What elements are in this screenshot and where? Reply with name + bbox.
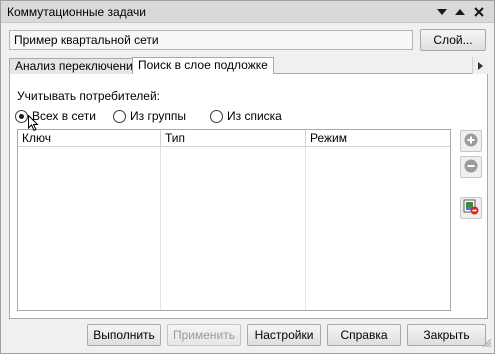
table-header: Ключ Тип Режим [18,130,450,147]
add-icon [464,133,478,150]
column-divider [160,147,161,310]
remove-icon [464,159,478,176]
window-title: Коммутационные задачи [7,5,147,19]
radio-from-group[interactable]: Из группы [113,108,186,124]
column-header-key[interactable]: Ключ [18,130,161,146]
radio-label: Из списка [227,109,282,123]
add-button[interactable] [460,130,482,152]
radio-unchecked-icon [210,109,223,123]
column-header-mode[interactable]: Режим [306,130,450,146]
resize-grip-icon[interactable] [482,337,492,351]
radio-unchecked-icon [113,109,126,123]
title-bar[interactable]: Коммутационные задачи [1,1,494,23]
tab-scroll-right-icon[interactable] [472,57,488,74]
remove-button[interactable] [460,156,482,178]
radio-from-list[interactable]: Из списка [210,108,282,124]
column-header-type[interactable]: Тип [161,130,306,146]
keys-table[interactable]: Ключ Тип Режим [17,129,451,311]
column-divider [305,147,306,310]
tab-strip: Анализ переключений Поиск в слое подложк… [9,57,488,75]
pin-icon[interactable] [453,5,467,19]
radio-label: Из группы [130,109,186,123]
mouse-cursor-icon [28,114,39,135]
layer-delete-icon [463,199,479,218]
dropdown-icon[interactable] [435,5,449,19]
tab-switch-analysis[interactable]: Анализ переключений [9,58,146,75]
execute-button[interactable]: Выполнить [87,324,161,346]
close-button[interactable]: Закрыть [407,324,486,346]
tab-underlay-search[interactable]: Поиск в слое подложке [132,57,274,75]
settings-button[interactable]: Настройки [247,324,321,346]
consumers-label: Учитывать потребителей: [17,89,160,103]
apply-button[interactable]: Применить [167,324,241,346]
commutation-tasks-window: Коммутационные задачи Пример квартальной… [0,0,495,354]
layer-delete-button[interactable] [460,197,482,219]
network-name-field[interactable]: Пример квартальной сети [9,30,413,50]
radio-label: Всех в сети [32,109,96,123]
help-button[interactable]: Справка [327,324,401,346]
close-icon[interactable] [472,5,486,19]
layer-button[interactable]: Слой... [420,29,486,51]
radio-checked-icon [15,109,28,123]
